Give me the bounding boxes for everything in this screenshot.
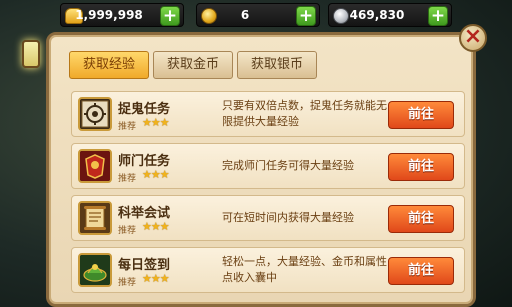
task-name: 捉鬼任务 <box>118 102 171 117</box>
task-row-exam: 科举会试 推荐 ★★★ 可在短时间内获得大量经验 前往 <box>71 195 465 241</box>
task-description: 完成师门任务可得大量经验 <box>222 159 354 172</box>
silver-value: 469,830 <box>349 8 405 22</box>
experience-panel: 获取经验 获取金币 获取银币 捉鬼任务 推荐 ★★★ 只要有双倍点数，捉鬼任务就… <box>46 32 476 307</box>
sect-task-icon <box>78 149 112 183</box>
task-description: 可在短时间内获得大量经验 <box>222 211 354 224</box>
go-button-sect[interactable]: 前往 <box>388 153 454 181</box>
tab-get-experience[interactable]: 获取经验 <box>69 51 149 79</box>
go-button-daily-sign[interactable]: 前往 <box>388 257 454 285</box>
recommend-label: 推荐 <box>118 122 137 132</box>
go-button-exam[interactable]: 前往 <box>388 205 454 233</box>
task-description: 只要有双倍点数，捉鬼任务就能无限提供大量经验 <box>222 99 387 128</box>
currency-bar: 1,999,998 + 6 + 469,830 + <box>0 0 512 30</box>
task-name: 每日签到 <box>118 258 171 273</box>
recommend-stars: ★★★ <box>142 168 170 181</box>
add-silver-button[interactable]: + <box>428 6 448 26</box>
silver-counter: 469,830 + <box>328 3 452 27</box>
exam-scroll-icon <box>78 201 112 235</box>
lantern-decoration-icon <box>22 40 40 68</box>
gold-value: 1,999,998 <box>75 8 143 22</box>
task-description: 轻松一点，大量经验、金币和属性点收入囊中 <box>222 255 387 284</box>
add-gold-button[interactable]: + <box>160 6 180 26</box>
task-name: 师门任务 <box>118 154 171 169</box>
gold-counter: 1,999,998 + <box>60 3 184 27</box>
ghost-hunt-icon <box>78 97 112 131</box>
recommend-label: 推荐 <box>118 226 137 236</box>
coin-counter: 6 + <box>196 3 320 27</box>
task-row-daily-sign: 每日签到 推荐 ★★★ 轻松一点，大量经验、金币和属性点收入囊中 前往 <box>71 247 465 293</box>
coin-value: 6 <box>240 8 250 22</box>
close-button[interactable]: × <box>459 24 487 52</box>
tab-get-silver[interactable]: 获取银币 <box>237 51 317 79</box>
go-button-ghost-hunt[interactable]: 前往 <box>388 101 454 129</box>
recommend-stars: ★★★ <box>142 220 170 233</box>
task-name: 科举会试 <box>118 206 171 221</box>
recommend-label: 推荐 <box>118 174 137 184</box>
add-coin-button[interactable]: + <box>296 6 316 26</box>
recommend-label: 推荐 <box>118 278 137 288</box>
task-row-sect: 师门任务 推荐 ★★★ 完成师门任务可得大量经验 前往 <box>71 143 465 189</box>
recommend-stars: ★★★ <box>142 272 170 285</box>
tab-get-gold[interactable]: 获取金币 <box>153 51 233 79</box>
daily-sign-icon <box>78 253 112 287</box>
task-row-ghost-hunt: 捉鬼任务 推荐 ★★★ 只要有双倍点数，捉鬼任务就能无限提供大量经验 前往 <box>71 91 465 137</box>
recommend-stars: ★★★ <box>142 116 170 129</box>
